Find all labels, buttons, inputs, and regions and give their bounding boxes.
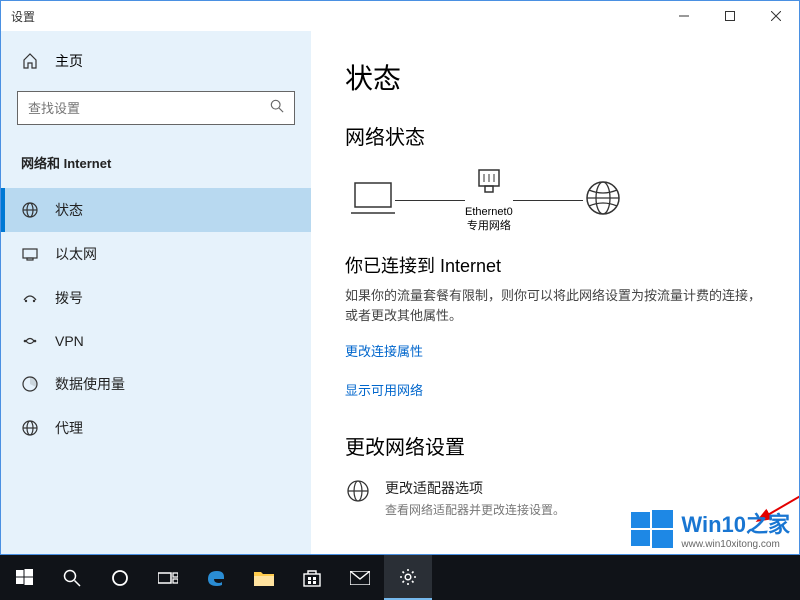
vpn-icon: [21, 332, 39, 350]
ethernet-name: Ethernet0: [465, 206, 513, 218]
ethernet-type: 专用网络: [467, 220, 511, 232]
sidebar-item-proxy[interactable]: 代理: [1, 406, 311, 450]
sidebar-item-label: 以太网: [55, 244, 97, 264]
settings-taskbar-button[interactable]: [384, 555, 432, 600]
sidebar: 主页 网络和 Internet 状态 以太网 拨号: [1, 31, 311, 554]
minimize-button[interactable]: [661, 1, 707, 31]
sidebar-item-label: 状态: [55, 200, 83, 220]
globe-icon: [583, 178, 623, 223]
sidebar-item-status[interactable]: 状态: [1, 188, 311, 232]
change-network-settings-heading: 更改网络设置: [345, 431, 765, 460]
show-available-networks-link[interactable]: 显示可用网络: [345, 380, 765, 399]
network-status-heading: 网络状态: [345, 121, 765, 150]
connected-description: 如果你的流量套餐有限制，则你可以将此网络设置为按流量计费的连接，或者更改其他属性…: [345, 286, 765, 328]
edge-button[interactable]: [192, 555, 240, 600]
sidebar-item-label: 数据使用量: [55, 374, 125, 394]
start-button[interactable]: [0, 555, 48, 600]
watermark-brand: Win10之家: [681, 507, 790, 539]
sidebar-item-ethernet[interactable]: 以太网: [1, 232, 311, 276]
adapter-options-title: 更改适配器选项: [385, 478, 565, 498]
mail-button[interactable]: [336, 555, 384, 600]
watermark: Win10之家 www.win10xitong.com: [631, 507, 790, 550]
search-button[interactable]: [48, 555, 96, 600]
page-title: 状态: [345, 57, 765, 97]
cortana-button[interactable]: [96, 555, 144, 600]
file-explorer-button[interactable]: [240, 555, 288, 600]
search-input[interactable]: [17, 91, 295, 125]
change-connection-properties-link[interactable]: 更改连接属性: [345, 341, 765, 360]
status-icon: [21, 201, 39, 219]
adapter-options-icon: [345, 478, 371, 509]
proxy-icon: [21, 419, 39, 437]
title-bar: 设置: [1, 1, 799, 31]
content-area: 状态 网络状态 Ethernet0 专用网络 你已连接到 Internet 如果你…: [311, 31, 799, 554]
connected-title: 你已连接到 Internet: [345, 252, 765, 278]
home-icon: [21, 52, 39, 70]
maximize-button[interactable]: [707, 1, 753, 31]
watermark-url: www.win10xitong.com: [681, 539, 790, 550]
ethernet-icon: [21, 245, 39, 263]
home-label: 主页: [55, 51, 83, 71]
sidebar-item-datausage[interactable]: 数据使用量: [1, 362, 311, 406]
windows-logo-icon: [631, 508, 673, 550]
adapter-icon: [475, 168, 503, 201]
task-view-button[interactable]: [144, 555, 192, 600]
sidebar-item-vpn[interactable]: VPN: [1, 320, 311, 362]
dialup-icon: [21, 289, 39, 307]
search-field[interactable]: [28, 101, 270, 116]
section-title: 网络和 Internet: [1, 145, 311, 188]
sidebar-item-label: 代理: [55, 418, 83, 438]
close-button[interactable]: [753, 1, 799, 31]
home-link[interactable]: 主页: [1, 41, 311, 81]
computer-icon: [351, 179, 395, 222]
sidebar-item-dialup[interactable]: 拨号: [1, 276, 311, 320]
store-button[interactable]: [288, 555, 336, 600]
taskbar: [0, 555, 800, 600]
window-title: 设置: [11, 8, 35, 25]
sidebar-item-label: VPN: [55, 333, 84, 349]
network-diagram: Ethernet0 专用网络: [351, 168, 765, 234]
sidebar-item-label: 拨号: [55, 288, 83, 308]
datausage-icon: [21, 375, 39, 393]
adapter-options-desc: 查看网络适配器并更改连接设置。: [385, 501, 565, 518]
search-icon: [270, 99, 284, 118]
